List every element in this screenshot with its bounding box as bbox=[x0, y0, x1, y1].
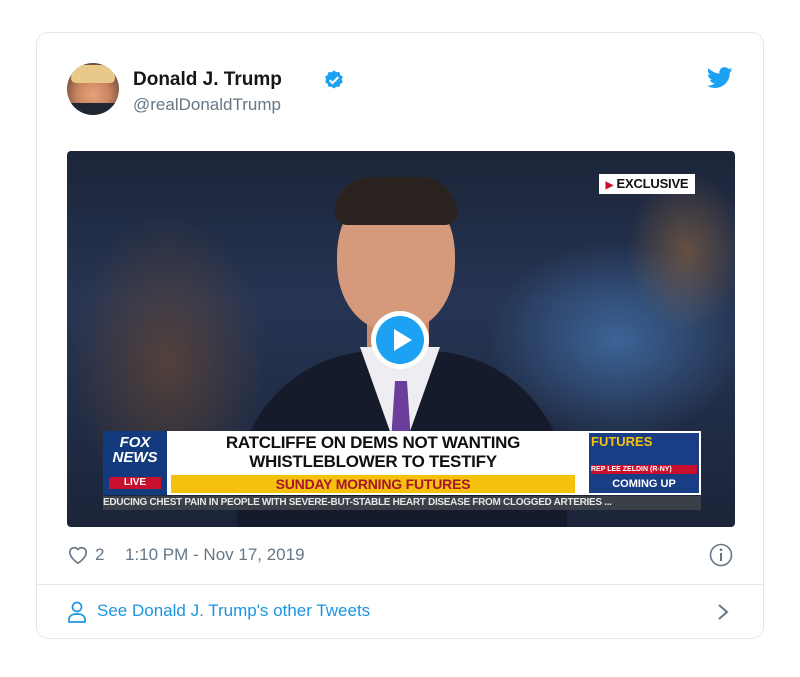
chyron-line-2: WHISTLEBLOWER TO TESTIFY bbox=[249, 452, 497, 471]
coming-up-promo: FUTURES REP LEE ZELDIN (R-NY) COMING UP bbox=[589, 433, 699, 493]
tweet-timestamp[interactable]: 1:10 PM - Nov 17, 2019 bbox=[125, 545, 305, 565]
person-icon bbox=[68, 601, 86, 623]
play-icon bbox=[394, 329, 412, 351]
heart-icon[interactable] bbox=[67, 545, 89, 565]
exclusive-label: EXCLUSIVE bbox=[616, 176, 689, 191]
author-handle[interactable]: @realDonaldTrump bbox=[133, 95, 281, 115]
other-tweets-label: See Donald J. Trump's other Tweets bbox=[97, 601, 371, 620]
show-name-bar: SUNDAY MORNING FUTURES bbox=[171, 475, 575, 493]
play-button[interactable] bbox=[371, 311, 429, 369]
video-player[interactable]: ▶ EXCLUSIVE FOX NEWS LIVE RATCLIFFE ON D… bbox=[67, 151, 735, 527]
play-button-inner bbox=[376, 316, 424, 364]
promo-title: FUTURES bbox=[591, 434, 653, 449]
author-avatar[interactable] bbox=[67, 63, 119, 115]
chyron-line-1: RATCLIFFE ON DEMS NOT WANTING bbox=[225, 433, 521, 452]
promo-coming-up: COMING UP bbox=[612, 478, 676, 490]
like-count: 2 bbox=[95, 545, 105, 564]
promo-guest: REP LEE ZELDIN (R-NY) bbox=[591, 465, 697, 474]
news-ticker: EDUCING CHEST PAIN IN PEOPLE WITH SEVERE… bbox=[103, 496, 701, 510]
chyron-headline: RATCLIFFE ON DEMS NOT WANTING WHISTLEBLO… bbox=[171, 433, 575, 471]
chevron-right-icon[interactable] bbox=[715, 602, 731, 622]
anchor-hair bbox=[335, 177, 457, 225]
twitter-bird-icon[interactable] bbox=[707, 67, 733, 89]
play-triangle-icon: ▶ bbox=[605, 180, 614, 191]
info-icon[interactable] bbox=[709, 543, 733, 567]
exclusive-badge: ▶ EXCLUSIVE bbox=[599, 174, 695, 194]
avatar-suit bbox=[67, 103, 119, 115]
tweet-card: Donald J. Trump @realDonaldTrump ▶ EXCLU… bbox=[36, 32, 764, 639]
fox-news-wordmark: FOX NEWS bbox=[112, 434, 158, 466]
avatar-hair bbox=[71, 65, 115, 83]
author-name[interactable]: Donald J. Trump bbox=[133, 69, 282, 91]
card-divider bbox=[37, 584, 763, 585]
fox-news-logo: FOX NEWS LIVE bbox=[103, 431, 167, 495]
verified-badge-icon bbox=[325, 70, 343, 89]
studio-light-amber bbox=[627, 171, 735, 331]
live-label: LIVE bbox=[109, 477, 161, 489]
